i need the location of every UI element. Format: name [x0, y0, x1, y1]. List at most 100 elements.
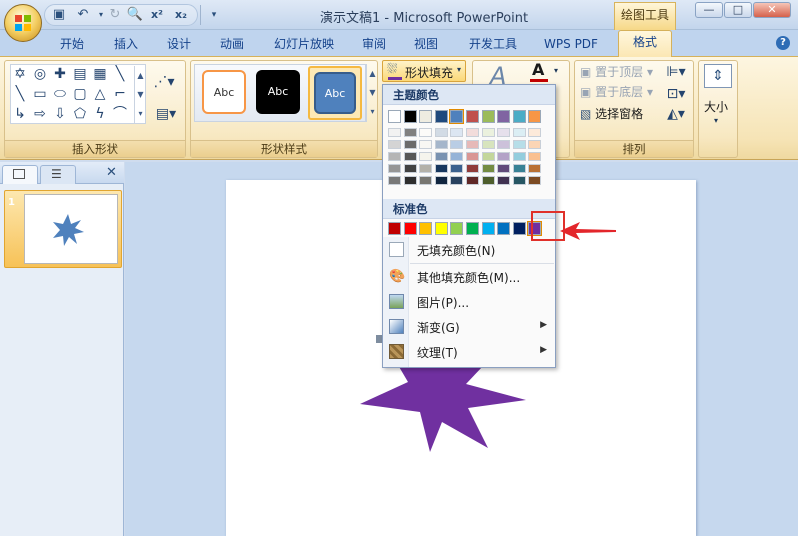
theme-shade-swatch[interactable] [403, 140, 417, 149]
theme-shade-swatch[interactable] [528, 176, 542, 185]
tab-home[interactable]: 开始 [50, 33, 94, 55]
theme-shade-swatch[interactable] [481, 164, 495, 173]
group-icon[interactable]: ⊡▾ [664, 86, 688, 102]
tab-format[interactable]: 格式 [618, 30, 672, 57]
style-gallery-scroll[interactable]: ▲ ▼ ▾ [366, 64, 378, 122]
diagonal-line-icon[interactable]: ╲ [12, 86, 28, 102]
theme-shade-swatch[interactable] [450, 128, 464, 137]
textbox-shape-icon[interactable]: ▤ [72, 66, 88, 82]
bring-forward-button[interactable]: ▣ 置于顶层 ▾ [580, 62, 653, 82]
theme-shade-swatch[interactable] [497, 140, 511, 149]
style-black-fill[interactable]: Abc [256, 70, 300, 114]
theme-shade-swatch[interactable] [388, 128, 401, 137]
theme-shade-swatch[interactable] [450, 140, 464, 149]
standard-color-swatch[interactable] [450, 222, 464, 235]
theme-shade-swatch[interactable] [512, 176, 526, 185]
standard-color-swatch[interactable] [419, 222, 433, 235]
theme-color-swatch[interactable] [403, 110, 417, 123]
theme-shade-swatch[interactable] [512, 164, 526, 173]
standard-color-swatch[interactable] [512, 222, 526, 235]
connector-icon[interactable]: ↳ [12, 106, 28, 122]
tab-insert[interactable]: 插入 [104, 33, 148, 55]
theme-shade-swatch[interactable] [450, 152, 464, 161]
style-blue-fill[interactable]: Abc [314, 72, 356, 114]
shape-fill-button[interactable]: ⛆ 形状填充 ▾ [382, 60, 466, 82]
theme-shade-swatch[interactable] [466, 140, 479, 149]
theme-shade-swatch[interactable] [403, 176, 417, 185]
more-fill-colors-item[interactable]: 🎨 其他填充颜色(M)... [383, 265, 555, 289]
redo-icon[interactable]: ↻ [106, 6, 124, 24]
theme-shade-swatch[interactable] [528, 140, 542, 149]
standard-color-swatch[interactable] [481, 222, 495, 235]
no-fill-item[interactable]: 无填充颜色(N) [383, 238, 555, 262]
theme-shade-swatch[interactable] [466, 128, 479, 137]
customize-qat-icon[interactable]: ▾ [205, 6, 223, 24]
draw-textbox-icon[interactable]: ▤▾ [152, 106, 180, 122]
theme-shade-swatch[interactable] [466, 152, 479, 161]
save-icon[interactable]: ▣ [50, 6, 68, 24]
elbow-connector-icon[interactable]: ⌐ [112, 86, 128, 102]
theme-shade-swatch[interactable] [419, 176, 433, 185]
shapes-scroll[interactable]: ▲ ▼ ▾ [134, 66, 146, 124]
theme-shade-swatch[interactable] [388, 152, 401, 161]
theme-shade-swatch[interactable] [434, 128, 448, 137]
theme-shade-swatch[interactable] [434, 152, 448, 161]
slide-thumbnail[interactable] [24, 194, 118, 264]
theme-shade-swatch[interactable] [497, 176, 511, 185]
theme-shade-swatch[interactable] [466, 176, 479, 185]
theme-color-swatch[interactable] [388, 110, 401, 123]
theme-color-swatch[interactable] [466, 110, 479, 123]
theme-shade-swatch[interactable] [512, 128, 526, 137]
undo-icon[interactable]: ↶ [74, 6, 92, 24]
theme-shade-swatch[interactable] [481, 140, 495, 149]
superscript-icon[interactable]: x² [148, 6, 166, 24]
tab-animations[interactable]: 动画 [210, 33, 254, 55]
theme-shade-swatch[interactable] [419, 140, 433, 149]
theme-shade-swatch[interactable] [419, 152, 433, 161]
texture-fill-item[interactable]: 纹理(T) ▶ [383, 340, 555, 364]
theme-color-swatch[interactable] [449, 109, 465, 124]
minimize-button[interactable]: — [695, 2, 723, 18]
size-icon[interactable]: ⇕ [704, 64, 732, 88]
theme-shade-swatch[interactable] [403, 164, 417, 173]
curve-shape-icon[interactable]: ⌒ [112, 106, 128, 122]
text-fill-dropdown-icon[interactable]: ▾ [554, 66, 558, 75]
right-arrow-shape-icon[interactable]: ⇨ [32, 106, 48, 122]
tab-wps-pdf[interactable]: WPS PDF [536, 33, 606, 55]
gradient-fill-item[interactable]: 渐变(G) ▶ [383, 315, 555, 339]
theme-shade-swatch[interactable] [497, 152, 511, 161]
pentagon-shape-icon[interactable]: ⬠ [72, 106, 88, 122]
theme-shade-swatch[interactable] [450, 176, 464, 185]
tab-slides[interactable] [2, 165, 38, 184]
tab-view[interactable]: 视图 [404, 33, 448, 55]
send-backward-button[interactable]: ▣ 置于底层 ▾ [580, 82, 653, 102]
theme-shade-swatch[interactable] [434, 140, 448, 149]
help-icon[interactable]: ? [776, 36, 790, 50]
picture-shape-icon[interactable]: ▦ [92, 66, 108, 82]
theme-color-swatch[interactable] [528, 110, 542, 123]
size-label[interactable]: 大小 [704, 98, 728, 115]
theme-color-swatch[interactable] [419, 110, 433, 123]
theme-shade-swatch[interactable] [403, 128, 417, 137]
align-icon[interactable]: ⊫▾ [664, 64, 688, 80]
down-arrow-shape-icon[interactable]: ⇩ [52, 106, 68, 122]
tab-developer[interactable]: 开发工具 [460, 33, 526, 55]
theme-color-swatch[interactable] [497, 110, 511, 123]
size-dropdown-icon[interactable]: ▾ [714, 116, 718, 125]
oval-shape-icon[interactable]: ⬭ [52, 86, 68, 102]
theme-color-swatch[interactable] [434, 110, 448, 123]
close-button[interactable]: ✕ [753, 2, 791, 18]
theme-color-swatch[interactable] [512, 110, 526, 123]
theme-shade-swatch[interactable] [434, 176, 448, 185]
line-shape-icon[interactable]: ╲ [112, 66, 128, 82]
standard-color-swatch[interactable] [388, 222, 401, 235]
standard-color-swatch[interactable] [434, 222, 448, 235]
theme-shade-swatch[interactable] [528, 128, 542, 137]
theme-shade-swatch[interactable] [419, 164, 433, 173]
theme-shade-swatch[interactable] [512, 152, 526, 161]
triangle-shape-icon[interactable]: △ [92, 86, 108, 102]
theme-shade-swatch[interactable] [497, 128, 511, 137]
tab-review[interactable]: 审阅 [352, 33, 396, 55]
theme-color-swatch[interactable] [481, 110, 495, 123]
standard-color-swatch[interactable] [497, 222, 511, 235]
